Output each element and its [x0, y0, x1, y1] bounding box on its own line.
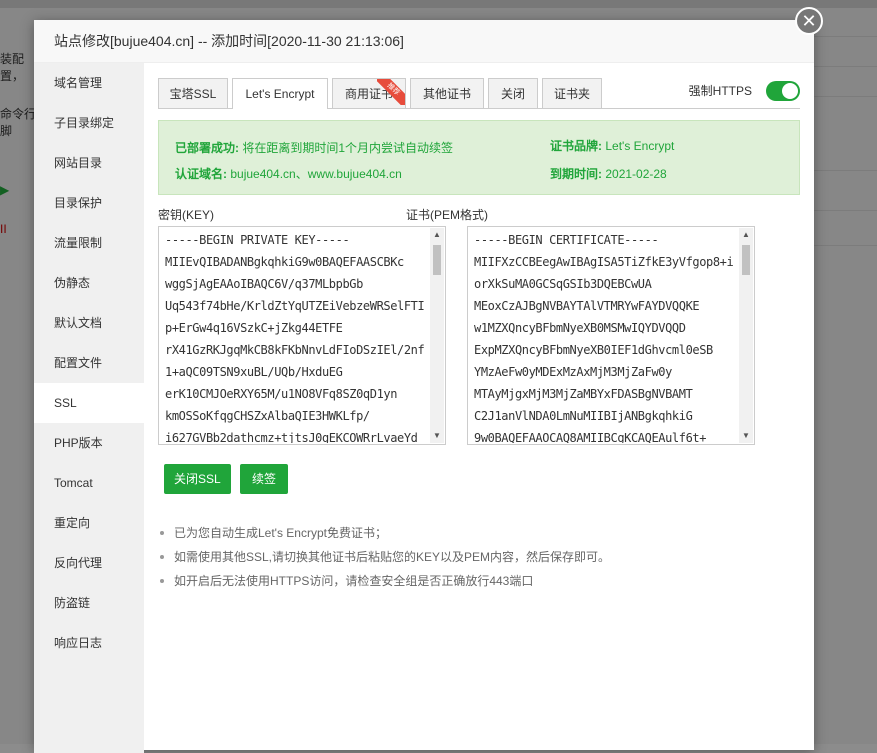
tips-list: 已为您自动生成Let's Encrypt免费证书； 如需使用其他SSL,请切换其… — [158, 521, 798, 593]
force-https-label: 强制HTTPS — [688, 84, 752, 98]
sidebar-item-domain[interactable]: 域名管理 — [34, 63, 144, 103]
scroll-thumb[interactable] — [433, 245, 441, 275]
sidebar-item-config-file[interactable]: 配置文件 — [34, 343, 144, 383]
cert-text: -----BEGIN CERTIFICATE----- MIIFXzCCBEeg… — [474, 233, 734, 443]
cert-scrollbar[interactable]: ▲ ▼ — [739, 228, 753, 443]
domain-value: bujue404.cn、www.bujue404.cn — [230, 167, 402, 181]
sidebar-item-default-doc[interactable]: 默认文档 — [34, 303, 144, 343]
cert-expire: 到期时间: 2021-02-28 — [550, 165, 667, 182]
cert-brand: 证书品牌: Let's Encrypt — [550, 137, 674, 154]
sidebar-item-rewrite[interactable]: 伪静态 — [34, 263, 144, 303]
close-icon[interactable]: ✕ — [795, 7, 823, 35]
tip-item: 已为您自动生成Let's Encrypt免费证书； — [158, 521, 798, 545]
expire-key: 到期时间: — [550, 167, 602, 181]
sidebar-item-hotlink-protection[interactable]: 防盗链 — [34, 583, 144, 623]
sidebar-item-tomcat[interactable]: Tomcat — [34, 463, 144, 503]
sidebar-item-php-version[interactable]: PHP版本 — [34, 423, 144, 463]
deployed-status: 已部署成功: 将在距离到期时间1个月内尝试自动续签 — [175, 139, 453, 156]
cert-label: 证书(PEM格式) — [406, 208, 488, 222]
deployed-value: 将在距离到期时间1个月内尝试自动续签 — [242, 141, 454, 155]
key-textarea[interactable]: -----BEGIN PRIVATE KEY----- MIIEvQIBADAN… — [158, 226, 446, 445]
key-label: 密钥(KEY) — [158, 208, 215, 222]
site-edit-dialog: 站点修改[bujue404.cn] -- 添加时间[2020-11-30 21:… — [34, 20, 814, 753]
sidebar-item-traffic-limit[interactable]: 流量限制 — [34, 223, 144, 263]
sidebar-item-subdir-binding[interactable]: 子目录绑定 — [34, 103, 144, 143]
sidebar-item-ssl[interactable]: SSL — [34, 383, 144, 423]
scroll-up-icon[interactable]: ▲ — [739, 228, 753, 242]
ssl-tabs: 宝塔SSL Let's Encrypt 商用证书 推荐 其他证书 关闭 证书夹 … — [158, 76, 800, 109]
key-text: -----BEGIN PRIVATE KEY----- MIIEvQIBADAN… — [165, 233, 425, 443]
sidebar-item-site-directory[interactable]: 网站目录 — [34, 143, 144, 183]
tip-item: 如需使用其他SSL,请切换其他证书后粘贴您的KEY以及PEM内容，然后保存即可。 — [158, 545, 798, 569]
tab-other-cert[interactable]: 其他证书 — [410, 78, 484, 108]
close-ssl-button[interactable]: 关闭SSL — [164, 464, 231, 494]
force-https-toggle[interactable] — [766, 81, 800, 101]
scroll-down-icon[interactable]: ▼ — [739, 429, 753, 443]
tab-close[interactable]: 关闭 — [488, 78, 538, 108]
scroll-thumb[interactable] — [742, 245, 750, 275]
sidebar-item-redirect[interactable]: 重定向 — [34, 503, 144, 543]
expire-value: 2021-02-28 — [605, 167, 667, 181]
sidebar-item-dir-protection[interactable]: 目录保护 — [34, 183, 144, 223]
sidebar-item-reverse-proxy[interactable]: 反向代理 — [34, 543, 144, 583]
brand-key: 证书品牌: — [550, 139, 602, 153]
brand-value: Let's Encrypt — [605, 139, 675, 153]
scroll-up-icon[interactable]: ▲ — [430, 228, 444, 242]
deployed-key: 已部署成功: — [175, 141, 239, 155]
scroll-down-icon[interactable]: ▼ — [430, 429, 444, 443]
tip-item: 如开启后无法使用HTTPS访问，请检查安全组是否正确放行443端口 — [158, 569, 798, 593]
cert-domains: 认证域名: bujue404.cn、www.bujue404.cn — [175, 165, 402, 182]
toggle-knob — [782, 83, 798, 99]
recommend-badge: 推荐 — [377, 79, 405, 105]
domain-key: 认证域名: — [175, 167, 227, 181]
tab-baota-ssl[interactable]: 宝塔SSL — [158, 78, 228, 108]
key-scrollbar[interactable]: ▲ ▼ — [430, 228, 444, 443]
sidebar-item-response-log[interactable]: 响应日志 — [34, 623, 144, 663]
cert-textarea[interactable]: -----BEGIN CERTIFICATE----- MIIFXzCCBEeg… — [467, 226, 755, 445]
tab-commercial-cert[interactable]: 商用证书 推荐 — [332, 78, 406, 108]
renew-button[interactable]: 续签 — [240, 464, 289, 494]
ssl-status-box: 已部署成功: 将在距离到期时间1个月内尝试自动续签 证书品牌: Let's En… — [158, 120, 800, 195]
ssl-panel: 宝塔SSL Let's Encrypt 商用证书 推荐 其他证书 关闭 证书夹 … — [158, 76, 800, 588]
sidebar: 域名管理 子目录绑定 网站目录 目录保护 流量限制 伪静态 默认文档 配置文件 … — [34, 63, 144, 753]
tab-cert-folder[interactable]: 证书夹 — [542, 78, 602, 108]
tab-lets-encrypt[interactable]: Let's Encrypt — [232, 78, 328, 109]
force-https: 强制HTTPS — [670, 80, 800, 102]
dialog-title: 站点修改[bujue404.cn] -- 添加时间[2020-11-30 21:… — [34, 20, 814, 63]
